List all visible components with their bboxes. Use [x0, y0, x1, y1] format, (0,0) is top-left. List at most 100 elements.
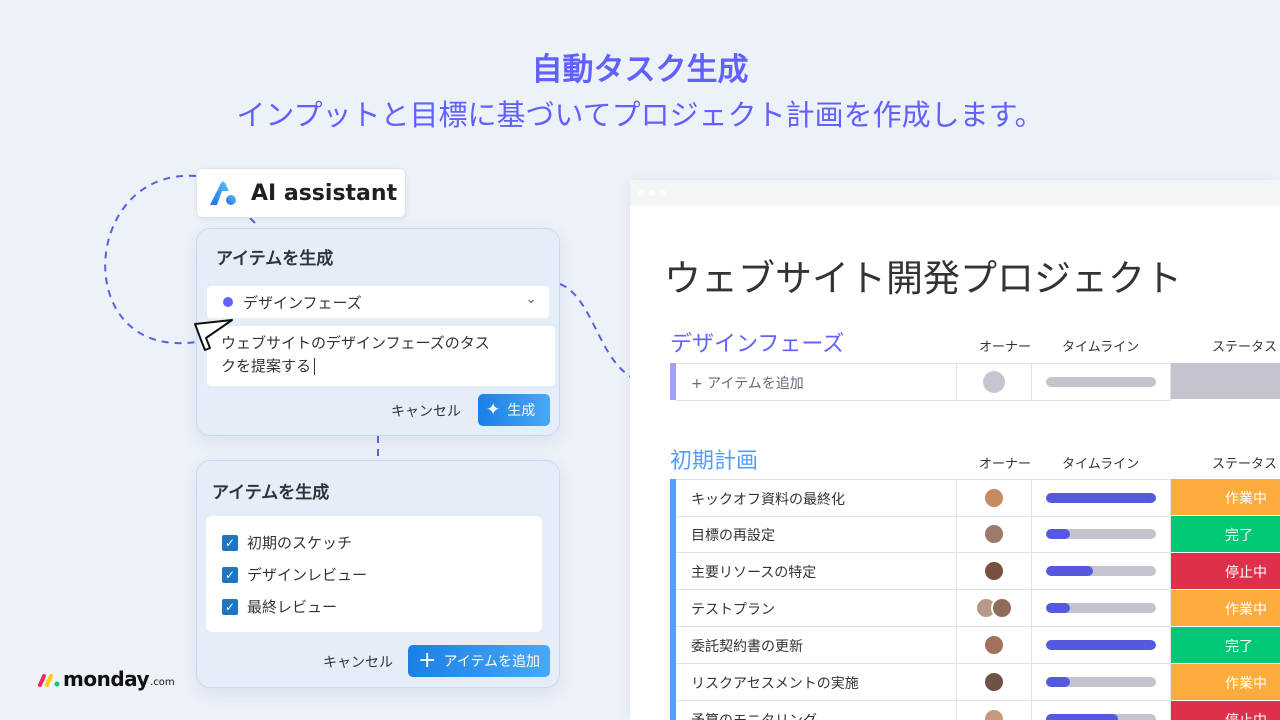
status-badge[interactable]: 作業中 — [1171, 664, 1280, 701]
item-name[interactable]: 委託契約書の更新 — [691, 636, 803, 656]
status-badge[interactable]: 作業中 — [1171, 590, 1280, 627]
column-header-status[interactable]: ステータス — [1212, 453, 1277, 472]
table-row[interactable]: テストプラン 作業中 — [670, 590, 1280, 627]
group-color-dot — [223, 297, 233, 307]
status-badge[interactable]: 停止中 — [1171, 701, 1280, 720]
monday-logo-word: monday — [63, 667, 150, 691]
timeline-track — [1046, 529, 1156, 539]
owner-avatar[interactable] — [983, 671, 1005, 693]
group-title-initial-planning[interactable]: 初期計画 — [670, 443, 758, 475]
generate-button[interactable]: ✦ 生成 — [478, 394, 550, 426]
ai-assistant-badge: AI assistant — [196, 168, 406, 218]
item-name[interactable]: 目標の再設定 — [691, 525, 775, 545]
ai-assistant-label: AI assistant — [251, 180, 398, 206]
table-row[interactable]: リスクアセスメントの実施 作業中 — [670, 664, 1280, 701]
timeline-track — [1046, 566, 1156, 576]
timeline-fill — [1046, 603, 1071, 613]
timeline-fill — [1046, 677, 1071, 687]
table-row[interactable]: 予算のモニタリング 停止中 — [670, 701, 1280, 720]
item-name[interactable]: テストプラン — [691, 599, 775, 619]
checkbox-checked-icon[interactable]: ✓ — [222, 598, 238, 615]
table-row[interactable]: 目標の再設定 完了 — [670, 516, 1280, 553]
empty-owner-avatar[interactable] — [983, 371, 1005, 393]
results-card-title: アイテムを生成 — [212, 483, 330, 503]
owner-cell[interactable] — [957, 516, 1032, 553]
owner-cell[interactable] — [957, 627, 1032, 664]
hero-subtitle: インプットと目標に基づいてプロジェクト計画を作成します。 — [236, 98, 1044, 132]
status-label: 作業中 — [1225, 491, 1267, 507]
owner-avatar[interactable] — [991, 597, 1013, 619]
timeline-cell[interactable] — [1032, 664, 1171, 701]
generate-items-card: アイテムを生成 デザインフェーズ ⌄ ウェブサイトのデザインフェーズのタス クを… — [196, 228, 560, 436]
status-badge[interactable]: 作業中 — [1171, 479, 1280, 516]
status-label: 完了 — [1225, 528, 1253, 544]
timeline-placeholder[interactable] — [1046, 377, 1156, 387]
owner-avatar[interactable] — [983, 708, 1005, 720]
table-row[interactable]: 委託契約書の更新 完了 — [670, 627, 1280, 664]
timeline-cell[interactable] — [1032, 479, 1171, 517]
owner-cell[interactable] — [957, 664, 1032, 701]
timeline-cell[interactable] — [1032, 701, 1171, 720]
owner-cell[interactable] — [957, 590, 1032, 627]
prompt-input[interactable]: ウェブサイトのデザインフェーズのタス クを提案する — [207, 326, 555, 386]
status-badge[interactable]: 完了 — [1171, 516, 1280, 553]
generate-card-title: アイテムを生成 — [216, 249, 334, 269]
text-caret — [314, 358, 316, 375]
table-row[interactable]: 主要リソースの特定 停止中 — [670, 553, 1280, 590]
list-item-label: デザインレビュー — [247, 566, 368, 584]
window-dot — [649, 190, 655, 196]
monday-logo-mark-icon — [38, 674, 60, 687]
group-select[interactable]: デザインフェーズ ⌄ — [207, 286, 549, 318]
timeline-cell[interactable] — [1032, 553, 1171, 590]
list-item[interactable]: ✓ 初期のスケッチ — [222, 532, 352, 553]
monday-logo-domain: .com — [150, 677, 175, 688]
list-item[interactable]: ✓ デザインレビュー — [222, 564, 367, 585]
owner-avatar[interactable] — [983, 560, 1005, 582]
item-name[interactable]: 予算のモニタリング — [691, 710, 817, 720]
timeline-fill — [1046, 640, 1156, 650]
add-item-row[interactable]: + アイテムを追加 — [670, 363, 1280, 401]
column-header-owner[interactable]: オーナー — [979, 453, 1031, 472]
status-label: 作業中 — [1225, 602, 1267, 618]
column-header-status[interactable]: ステータス — [1212, 336, 1277, 355]
timeline-fill — [1046, 714, 1118, 720]
checkbox-checked-icon[interactable]: ✓ — [222, 534, 238, 551]
owner-avatar[interactable] — [983, 487, 1005, 509]
timeline-fill — [1046, 566, 1094, 576]
owner-avatar[interactable] — [983, 523, 1005, 545]
owner-cell[interactable] — [957, 553, 1032, 590]
group-title-design[interactable]: デザインフェーズ — [670, 326, 844, 358]
owner-cell[interactable] — [957, 479, 1032, 517]
status-cell-empty[interactable] — [1171, 363, 1280, 400]
column-header-owner[interactable]: オーナー — [979, 336, 1031, 355]
table-row[interactable]: キックオフ資料の最終化 作業中 — [670, 479, 1280, 517]
item-name[interactable]: キックオフ資料の最終化 — [691, 489, 845, 509]
status-badge[interactable]: 停止中 — [1171, 553, 1280, 590]
board-title: ウェブサイト開発プロジェクト — [664, 257, 1182, 300]
group-select-value: デザインフェーズ — [243, 293, 362, 312]
status-label: 停止中 — [1225, 565, 1267, 581]
column-header-timeline[interactable]: タイムライン — [1062, 336, 1139, 355]
timeline-track — [1046, 640, 1156, 650]
chevron-down-icon[interactable]: ⌄ — [525, 291, 537, 307]
cancel-button[interactable]: キャンセル — [323, 652, 393, 672]
owner-avatar[interactable] — [983, 634, 1005, 656]
status-label: 完了 — [1225, 639, 1253, 655]
timeline-track — [1046, 603, 1156, 613]
prompt-line-2: クを提案する — [221, 357, 312, 375]
add-item-input[interactable]: + アイテムを追加 — [691, 373, 804, 393]
list-item[interactable]: ✓ 最終レビュー — [222, 596, 337, 617]
column-header-timeline[interactable]: タイムライン — [1062, 453, 1139, 472]
checkbox-checked-icon[interactable]: ✓ — [222, 566, 238, 583]
add-items-button[interactable]: + アイテムを追加 — [408, 645, 550, 677]
item-name[interactable]: リスクアセスメントの実施 — [691, 673, 859, 693]
cancel-button[interactable]: キャンセル — [391, 401, 461, 421]
timeline-cell[interactable] — [1032, 627, 1171, 664]
monday-logo: monday .com — [38, 667, 175, 691]
sparkle-icon: ✦ — [486, 399, 501, 420]
timeline-cell[interactable] — [1032, 590, 1171, 627]
status-badge[interactable]: 完了 — [1171, 627, 1280, 664]
timeline-cell[interactable] — [1032, 516, 1171, 553]
item-name[interactable]: 主要リソースの特定 — [691, 562, 816, 582]
owner-cell[interactable] — [957, 701, 1032, 720]
